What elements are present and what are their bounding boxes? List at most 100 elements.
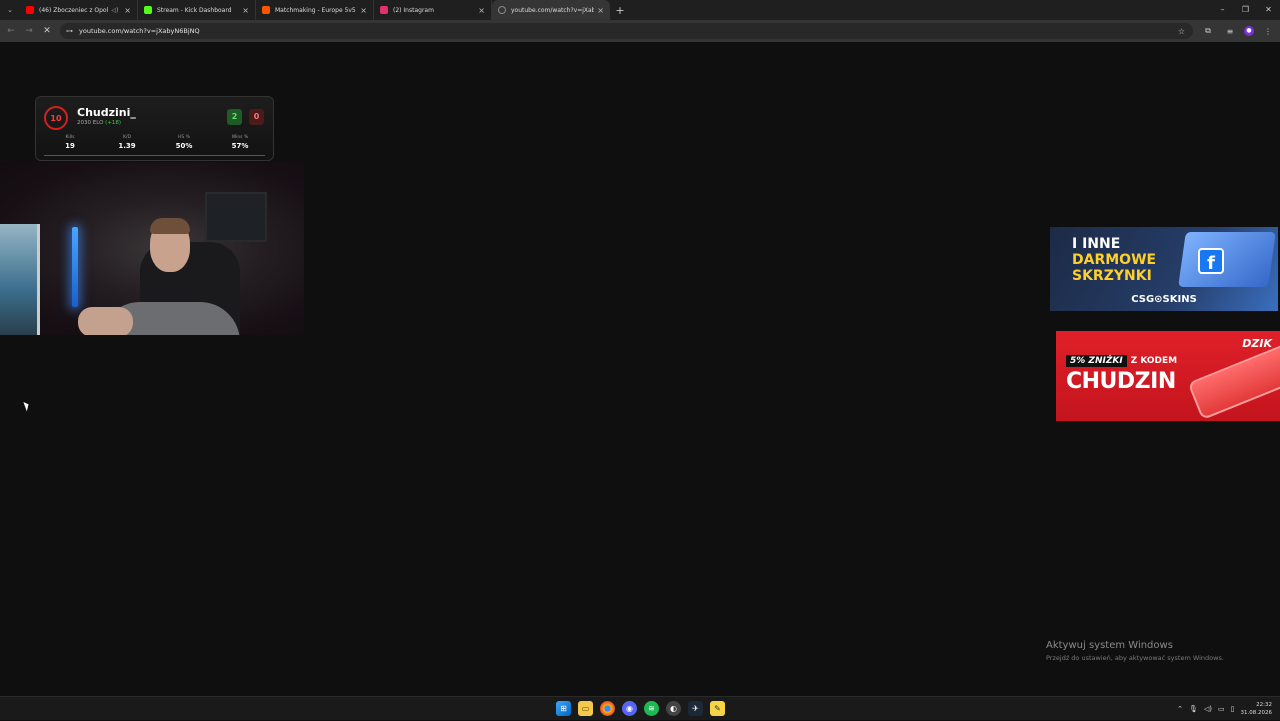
ad-line-3: SKRZYNKI [1072,268,1152,284]
system-tray: ⌃ 🎙 ◁) ▭ ▯ 22:32 31.08.2026 [1177,697,1272,721]
stat-kills: Kills 19 [50,135,90,150]
clock-time: 22:32 [1256,702,1272,708]
dzik-ad-banner[interactable]: DZIK 5% ZNIŻKI Z KODEM CHUDZIN [1056,331,1280,421]
notes-icon[interactable]: ✎ [710,701,725,716]
ad-line-2: DARMOWE [1072,252,1157,268]
watermark-title: Aktywuj system Windows [1046,640,1173,651]
bookmark-star-icon[interactable]: ☆ [1178,27,1185,36]
address-bar[interactable]: ⊶ youtube.com/watch?v=jXabyN6BjNQ ☆ [60,23,1193,39]
speaker-icon[interactable]: ◁) [111,7,118,14]
close-icon[interactable]: × [124,6,131,15]
facebook-icon: f [1198,248,1224,274]
chrome-icon[interactable] [600,701,615,716]
webcam-pc-case [0,224,40,335]
site-info-icon[interactable]: ⊶ [66,27,73,35]
minimize-icon[interactable]: – [1211,0,1234,20]
tab-matchmaking[interactable]: Matchmaking - Europe 5v5 Qu × [256,0,374,20]
discord-icon[interactable]: ◉ [622,701,637,716]
toolbar-actions: ⧉ ≡ ● ⋮ [1200,20,1276,42]
tab-kick-dashboard[interactable]: Stream - Kick Dashboard × [138,0,256,20]
close-icon[interactable]: × [478,6,485,15]
ad-line-1: I INNE [1072,236,1121,252]
stat-kd: K/D 1.39 [107,135,147,150]
kick-favicon-icon [144,6,152,14]
crate-icon [1178,232,1276,287]
battery-icon[interactable]: ▯ [1231,705,1235,713]
tab-title: (46) Zboczeniec z Opola - Yo [39,6,108,14]
windows-start-icon[interactable]: ⊞ [556,701,571,716]
browser-toolbar: ← → ✕ ⊶ youtube.com/watch?v=jXabyN6BjNQ … [0,20,1280,42]
faceit-icon[interactable]: ◐ [666,701,681,716]
volume-icon[interactable]: ◁) [1204,705,1212,713]
webcam-person-hair [150,218,190,234]
close-icon[interactable]: × [242,6,249,15]
webcam-feed [0,162,304,335]
stat-value: 1.39 [118,142,136,150]
webcam-person-arm [78,307,133,335]
faceit-favicon-icon [262,6,270,14]
elo-value: 2030 ELO [77,120,104,126]
mouse-cursor-icon [23,400,31,412]
page-viewport: 10 Chudzini_ 2030 ELO (+18) 2 0 Kills 19… [0,42,1280,696]
tab-youtube-active[interactable]: youtube.com/watch?v=jXabyN × [492,0,610,20]
close-icon[interactable]: × [360,6,367,15]
steam-icon[interactable]: ✈ [688,701,703,716]
menu-kebab-icon[interactable]: ⋮ [1260,27,1276,36]
accent-divider [44,155,265,156]
tab-strip: ⌄ (46) Zboczeniec z Opola - Yo ◁) × Stre… [0,0,1280,20]
player-name: Chudzini_ [77,106,136,119]
stat-hs: HS % 50% [164,135,204,150]
close-icon[interactable]: × [597,6,604,15]
stat-value: 50% [175,142,193,150]
energy-drink-icon [1187,341,1280,421]
tab-title: Stream - Kick Dashboard [157,6,232,14]
stop-loading-icon[interactable]: ✕ [38,26,56,36]
file-explorer-icon[interactable]: ▭ [578,701,593,716]
back-icon[interactable]: ← [2,26,20,36]
stat-label: HS % [178,135,190,140]
windows-activation-watermark: Aktywuj system Windows Przejdź do ustawi… [1046,640,1224,662]
tab-title: (2) Instagram [393,6,434,14]
chevron-up-icon[interactable]: ⌃ [1177,705,1183,713]
faceit-stats-overlay: 10 Chudzini_ 2030 ELO (+18) 2 0 Kills 19… [35,96,274,161]
stat-value: 57% [231,142,249,150]
stat-label: K/D [123,135,131,140]
close-window-icon[interactable]: ✕ [1257,0,1280,20]
stat-wins: Wins % 57% [220,135,260,150]
profile-avatar-icon[interactable]: ● [1244,26,1254,36]
loading-favicon-icon [498,6,506,14]
spotify-icon[interactable]: ≋ [644,701,659,716]
plus-icon[interactable]: + [612,4,628,17]
csgoskins-ad-banner[interactable]: f I INNE DARMOWE SKRZYNKI CSG⊙SKINS [1050,227,1278,311]
promo-code: CHUDZIN [1066,369,1176,394]
windows-taskbar: ⊞ ▭ ◉ ≋ ◐ ✈ ✎ ⌃ 🎙 ◁) ▭ ▯ 22:32 31.08.202… [0,696,1280,720]
elo-rating: 2030 ELO (+18) [77,120,121,126]
clock[interactable]: 22:32 31.08.2026 [1241,701,1273,717]
wins-count: 2 [227,109,242,125]
discount-percent: 5% ZNIŻKI [1066,355,1127,367]
clock-date: 31.08.2026 [1240,710,1273,716]
microphone-icon[interactable]: 🎙 [1189,705,1198,713]
stat-value: 19 [65,142,75,150]
media-control-icon[interactable]: ≡ [1222,27,1238,36]
extensions-icon[interactable]: ⧉ [1200,26,1216,36]
window-controls: – ❐ ✕ [1211,0,1280,20]
webcam-window-frame [205,192,267,242]
instagram-favicon-icon [380,6,388,14]
taskbar-apps: ⊞ ▭ ◉ ≋ ◐ ✈ ✎ [556,701,725,716]
watermark-subtitle: Przejdź do ustawień, aby aktywować syste… [1046,654,1224,662]
forward-icon[interactable]: → [20,26,38,36]
webcam-led-strip [72,227,78,307]
stat-label: Wins % [231,135,249,140]
level-badge: 10 [44,106,68,130]
restore-icon[interactable]: ❐ [1234,0,1257,20]
tab-search-icon[interactable]: ⌄ [0,0,20,20]
tab-youtube-video[interactable]: (46) Zboczeniec z Opola - Yo ◁) × [20,0,138,20]
discount-label: Z KODEM [1130,356,1178,366]
stat-label: Kills [65,135,75,140]
ad-brand: CSG⊙SKINS [1131,294,1197,305]
network-icon[interactable]: ▭ [1218,705,1225,713]
elo-gain: (+18) [105,120,122,126]
tab-instagram[interactable]: (2) Instagram × [374,0,492,20]
tab-title: Matchmaking - Europe 5v5 Qu [275,6,358,14]
